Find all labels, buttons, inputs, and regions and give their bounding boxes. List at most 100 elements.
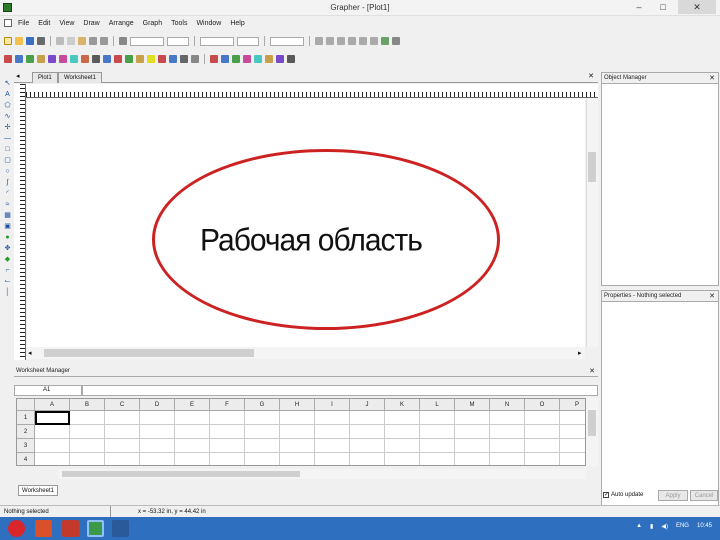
line-segment-tool-icon[interactable]: │ <box>4 289 12 297</box>
font-name-combo[interactable] <box>130 36 164 46</box>
line-width-combo[interactable] <box>237 36 259 46</box>
worksheet-cell[interactable] <box>175 425 210 439</box>
worksheet-cell[interactable] <box>105 439 140 453</box>
image-tool-icon[interactable]: ▦ <box>4 212 12 220</box>
worksheet-cell[interactable] <box>315 453 350 465</box>
fill-combo[interactable] <box>270 36 304 46</box>
column-header[interactable]: J <box>350 399 385 411</box>
worksheet-cell[interactable] <box>455 453 490 465</box>
worksheet-sheet-tab[interactable]: Worksheet1 <box>18 485 58 496</box>
worksheet-cell[interactable] <box>280 411 315 425</box>
worksheet-cell[interactable] <box>385 411 420 425</box>
scroll-left-icon[interactable]: ◂ <box>28 349 32 357</box>
curve-tool-icon[interactable]: ≈ <box>4 201 12 209</box>
label-icon[interactable] <box>254 55 262 63</box>
pan-tool-icon[interactable]: ✥ <box>4 245 12 253</box>
worksheet-cell[interactable] <box>490 411 525 425</box>
worksheet-cell[interactable] <box>210 439 245 453</box>
column-header[interactable]: K <box>385 399 420 411</box>
column-header[interactable]: H <box>280 399 315 411</box>
worksheet-cell[interactable] <box>105 411 140 425</box>
surfer-taskbar-icon[interactable] <box>112 520 129 537</box>
fill-tool-icon[interactable]: ▣ <box>4 223 12 231</box>
worksheet-cell[interactable] <box>140 439 175 453</box>
worksheet-cell[interactable] <box>175 411 210 425</box>
contour-plot-icon[interactable] <box>70 55 78 63</box>
worksheet-cell[interactable] <box>210 453 245 465</box>
print-icon[interactable] <box>37 37 45 45</box>
wind-chart-icon[interactable] <box>147 55 155 63</box>
worksheet-cell[interactable] <box>490 425 525 439</box>
worksheet-cell[interactable] <box>35 411 70 425</box>
redo-icon[interactable] <box>100 37 108 45</box>
zoom-selected-icon[interactable] <box>370 37 378 45</box>
volume-icon[interactable]: ◀) <box>661 523 668 530</box>
undo-icon[interactable] <box>89 37 97 45</box>
worksheet-cell[interactable] <box>280 439 315 453</box>
worksheet-cell[interactable] <box>350 439 385 453</box>
worksheet-cell[interactable] <box>210 411 245 425</box>
worksheet-cell[interactable] <box>280 425 315 439</box>
worksheet-cell[interactable] <box>560 425 585 439</box>
row-header[interactable]: 3 <box>17 439 35 453</box>
worksheet-cell[interactable] <box>525 425 560 439</box>
worksheet-cell[interactable] <box>525 411 560 425</box>
column-header[interactable]: G <box>245 399 280 411</box>
axis-icon[interactable] <box>210 55 218 63</box>
error-bar-icon[interactable] <box>243 55 251 63</box>
zoom-fit-icon[interactable] <box>337 37 345 45</box>
histogram-icon[interactable] <box>92 55 100 63</box>
grapher-taskbar-icon[interactable] <box>87 520 104 537</box>
point-tool-icon[interactable]: ● <box>4 234 12 242</box>
tray-arrow-icon[interactable]: ▲ <box>636 523 642 530</box>
worksheet-grid[interactable]: ABCDEFGHIJKLMNOP 1234 <box>16 398 586 466</box>
column-header[interactable]: I <box>315 399 350 411</box>
column-header[interactable]: E <box>175 399 210 411</box>
column-header[interactable]: F <box>210 399 245 411</box>
object-manager-close-icon[interactable]: ✕ <box>709 73 715 84</box>
rounded-rectangle-tool-icon[interactable]: ▢ <box>4 157 12 165</box>
worksheet-cell[interactable] <box>420 425 455 439</box>
formula-bar[interactable] <box>82 385 598 396</box>
column-header[interactable]: L <box>420 399 455 411</box>
row-header[interactable]: 4 <box>17 453 35 465</box>
apply-button[interactable]: Apply <box>658 490 688 501</box>
reshape-icon[interactable] <box>287 55 295 63</box>
worksheet-cell[interactable] <box>350 411 385 425</box>
fit-curve-icon[interactable] <box>232 55 240 63</box>
menu-draw[interactable]: Draw <box>83 20 99 27</box>
plot-vertical-scroll-thumb[interactable] <box>588 152 596 182</box>
column-header[interactable]: M <box>455 399 490 411</box>
worksheet-cell[interactable] <box>175 439 210 453</box>
menu-view[interactable]: View <box>59 20 74 27</box>
worksheet-cell[interactable] <box>140 411 175 425</box>
worksheet-cell[interactable] <box>35 453 70 465</box>
plot-vertical-scrollbar[interactable] <box>586 99 598 347</box>
column-header[interactable]: B <box>70 399 105 411</box>
worksheet-cell[interactable] <box>350 453 385 465</box>
menu-help[interactable]: Help <box>230 20 244 27</box>
worksheet-cell[interactable] <box>210 425 245 439</box>
crop-tool-icon[interactable]: ⌙ <box>4 278 12 286</box>
vector-plot-icon[interactable] <box>125 55 133 63</box>
font-size-combo[interactable] <box>167 36 189 46</box>
maximize-button[interactable]: □ <box>652 0 674 14</box>
polyline-tool-icon[interactable]: ∿ <box>4 113 12 121</box>
worksheet-cell[interactable] <box>490 453 525 465</box>
network-icon[interactable]: ▮ <box>650 523 653 530</box>
worksheet-cell[interactable] <box>455 425 490 439</box>
menu-edit[interactable]: Edit <box>38 20 50 27</box>
worksheet-cell[interactable] <box>70 439 105 453</box>
select-arrow-icon[interactable]: ↖ <box>4 80 12 88</box>
worksheet-cell[interactable] <box>455 411 490 425</box>
magnifier-icon[interactable] <box>265 55 273 63</box>
zoom-page-icon[interactable] <box>348 37 356 45</box>
legend-icon[interactable] <box>221 55 229 63</box>
grid-corner[interactable] <box>17 399 35 411</box>
worksheet-cell[interactable] <box>70 425 105 439</box>
polar-plot-icon[interactable] <box>48 55 56 63</box>
paste-icon[interactable] <box>78 37 86 45</box>
polygon-tool-icon[interactable]: ⬠ <box>4 102 12 110</box>
cut-icon[interactable] <box>56 37 64 45</box>
worksheet-cell[interactable] <box>315 411 350 425</box>
